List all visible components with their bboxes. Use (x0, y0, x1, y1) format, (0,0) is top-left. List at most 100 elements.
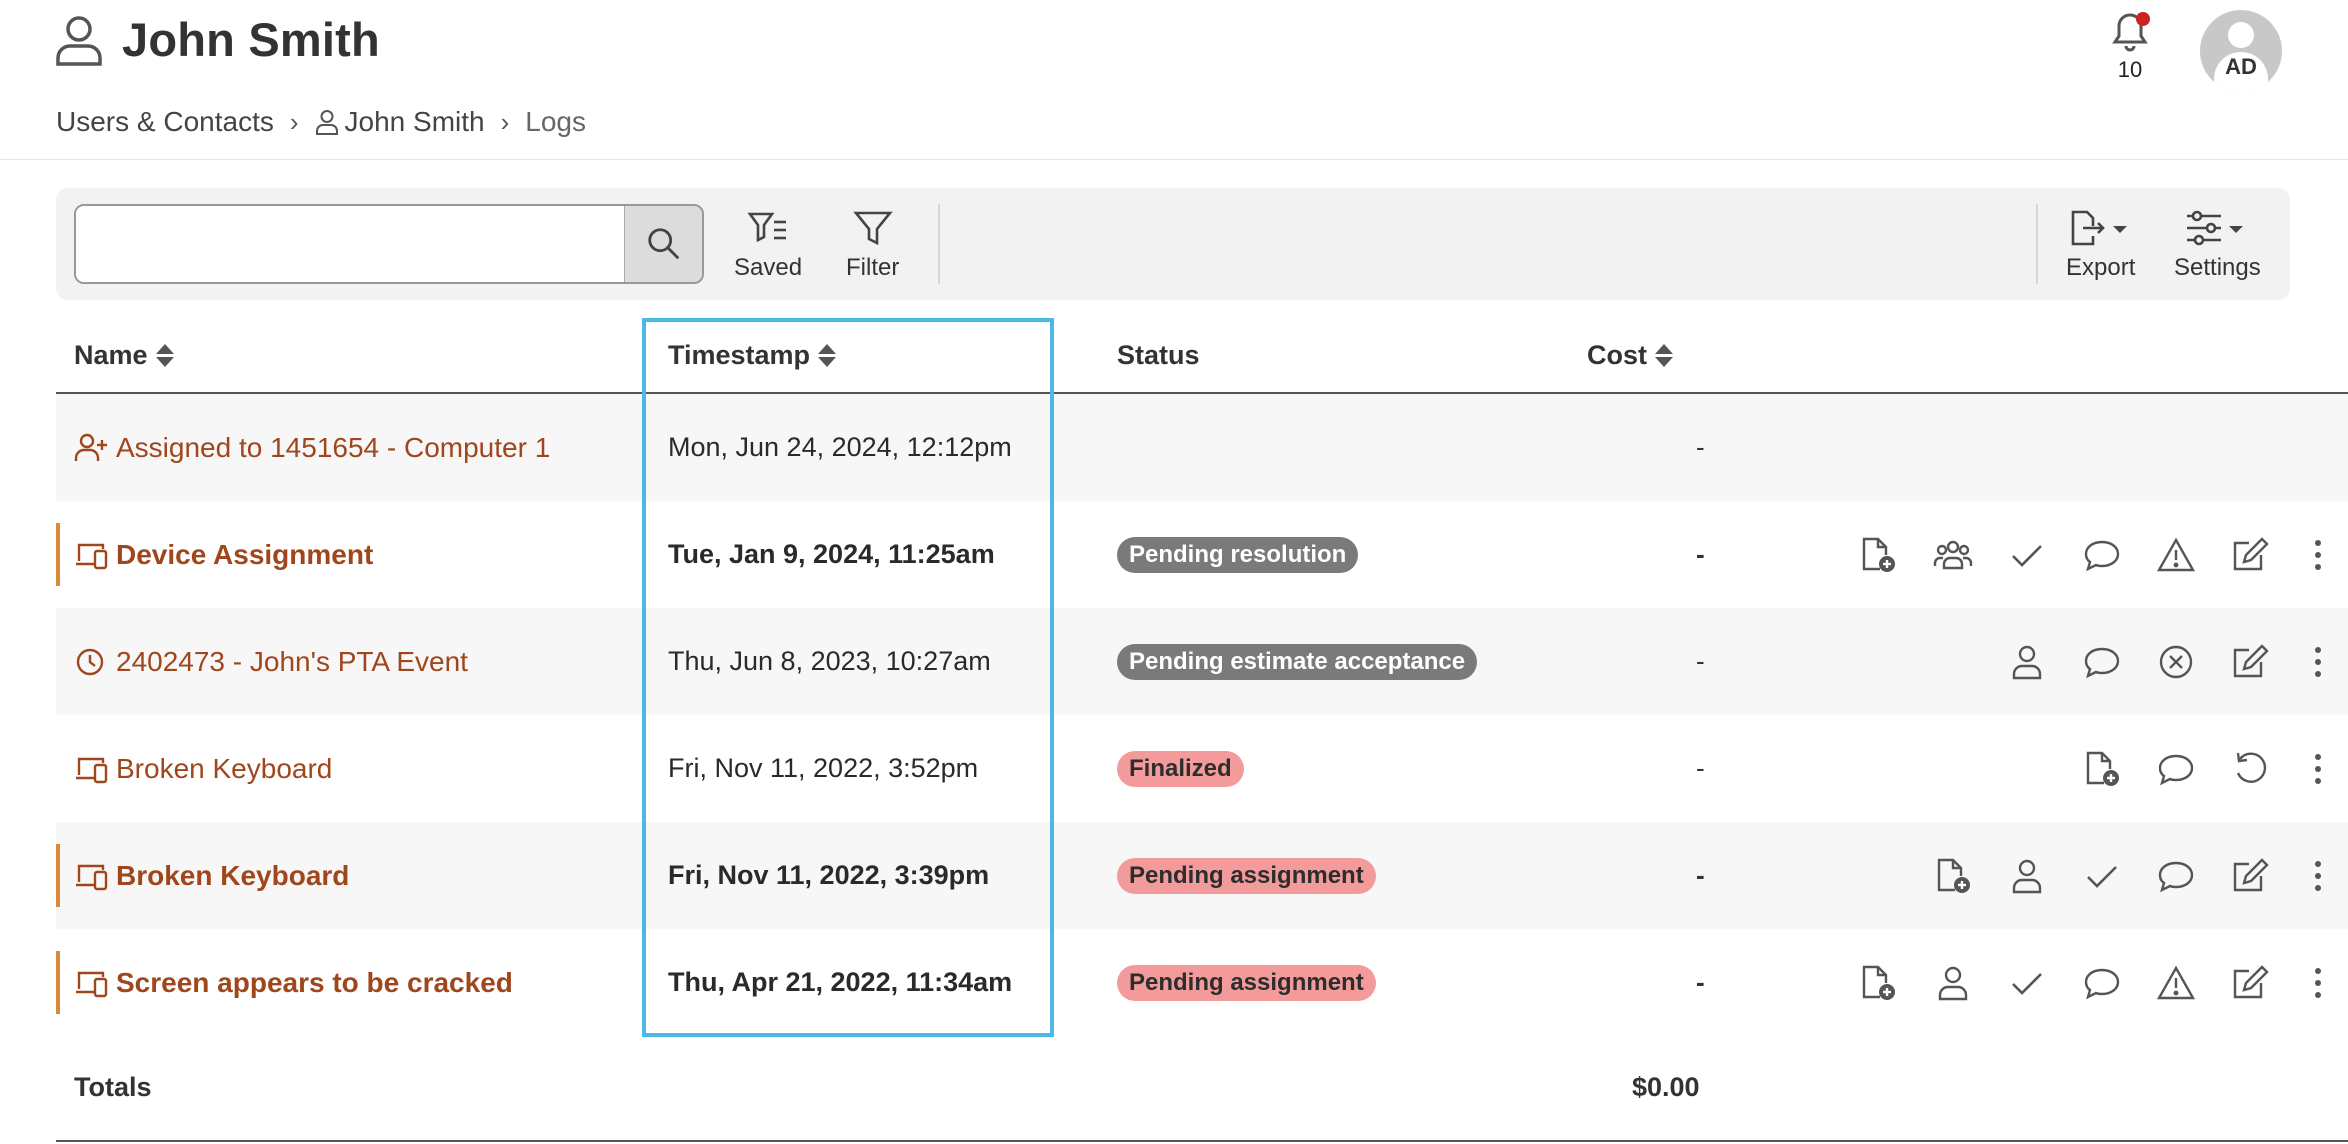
row-actions (1916, 822, 2348, 929)
saved-filters-button[interactable]: Saved (734, 208, 802, 282)
settings-button[interactable]: Settings (2174, 208, 2261, 282)
warning-icon[interactable] (2139, 525, 2214, 585)
status-badge: Pending resolution (1117, 536, 1359, 573)
avatar[interactable]: AD (2200, 10, 2282, 92)
column-header-status-label: Status (1117, 340, 1200, 370)
cancel-circle-icon[interactable] (2139, 632, 2214, 692)
row-status: Pending assignment (1117, 822, 1376, 929)
comment-icon[interactable] (2065, 632, 2140, 692)
totals-label: Totals (74, 1072, 152, 1102)
filter-icon (852, 211, 893, 246)
file-add-icon[interactable] (1841, 525, 1916, 585)
breadcrumb-john-smith[interactable]: John Smith (315, 106, 485, 138)
table-row[interactable]: Screen appears to be cracked Thu, Apr 21,… (56, 929, 2348, 1036)
file-add-icon[interactable] (1916, 846, 1991, 906)
row-name-link[interactable]: 2402473 - John's PTA Event (74, 608, 468, 715)
export-icon (2071, 210, 2127, 246)
edit-icon[interactable] (2214, 846, 2289, 906)
file-add-icon[interactable] (1841, 953, 1916, 1013)
check-icon[interactable] (1990, 525, 2065, 585)
row-name-link[interactable]: Device Assignment (74, 501, 373, 608)
row-name-label: Device Assignment (116, 538, 374, 570)
user-icon[interactable] (1990, 846, 2065, 906)
row-cost: - (1696, 432, 1705, 462)
row-status: Pending estimate acceptance (1117, 608, 1478, 715)
table-row[interactable]: Broken Keyboard Fri, Nov 11, 2022, 3:39pm… (56, 822, 2348, 929)
row-name-link[interactable]: Broken Keyboard (74, 822, 349, 929)
notification-count: 10 (2117, 57, 2143, 82)
search-input[interactable] (76, 206, 624, 282)
export-button[interactable]: Export (2066, 208, 2135, 282)
column-header-status: Status (1117, 340, 1200, 371)
chevron-right-icon: › (289, 106, 299, 137)
row-name-link[interactable]: Broken Keyboard (74, 715, 332, 822)
filter-button[interactable]: Filter (846, 208, 899, 282)
notification-dot (2136, 12, 2150, 26)
column-header-cost[interactable]: Cost (1587, 340, 1673, 371)
file-add-icon[interactable] (2065, 739, 2140, 799)
sort-icon (818, 344, 837, 367)
search-box (74, 204, 704, 284)
toolbar-divider (938, 204, 940, 284)
edit-icon[interactable] (2214, 632, 2289, 692)
user-icon[interactable] (1990, 632, 2065, 692)
filter-label: Filter (846, 254, 900, 281)
edit-icon[interactable] (2214, 525, 2289, 585)
devices-icon (74, 967, 110, 999)
table-row[interactable]: 2402473 - John's PTA Event Thu, Jun 8, 20… (56, 608, 2348, 715)
more-vertical-icon[interactable] (2288, 953, 2348, 1013)
chevron-right-icon: › (500, 106, 510, 137)
row-cost: - (1696, 967, 1705, 997)
table-row[interactable]: Assigned to 1451654 - Computer 1 Mon, Jun… (56, 394, 2348, 501)
row-actions (2065, 715, 2348, 822)
devices-icon (74, 539, 110, 571)
column-header-cost-label: Cost (1587, 340, 1647, 370)
sliders-icon (2187, 210, 2244, 246)
more-vertical-icon[interactable] (2288, 846, 2348, 906)
user-icon (315, 110, 338, 135)
row-name-label: 2402473 - John's PTA Event (116, 645, 468, 677)
row-flag (56, 844, 60, 907)
status-badge: Pending estimate acceptance (1117, 643, 1478, 680)
search-icon (647, 228, 679, 260)
users-icon[interactable] (1916, 525, 1991, 585)
comment-icon[interactable] (2139, 846, 2214, 906)
warning-icon[interactable] (2139, 953, 2214, 1013)
settings-label: Settings (2174, 254, 2261, 281)
row-name-link[interactable]: Assigned to 1451654 - Computer 1 (74, 394, 550, 501)
row-actions (1841, 929, 2348, 1036)
check-icon[interactable] (1990, 953, 2065, 1013)
column-header-timestamp[interactable]: Timestamp (668, 340, 837, 371)
row-timestamp: Fri, Nov 11, 2022, 3:39pm (668, 860, 990, 890)
comment-icon[interactable] (2065, 525, 2140, 585)
undo-icon[interactable] (2214, 739, 2289, 799)
row-cost: - (1696, 539, 1705, 569)
row-name-label: Assigned to 1451654 - Computer 1 (116, 431, 551, 463)
breadcrumb-logs: Logs (525, 106, 586, 137)
notifications-button[interactable]: 10 (2108, 10, 2152, 83)
devices-icon (74, 860, 110, 892)
export-label: Export (2066, 254, 2136, 281)
breadcrumb-john-smith-label: John Smith (344, 106, 485, 137)
table-row[interactable]: Device Assignment Tue, Jan 9, 2024, 11:25… (56, 501, 2348, 608)
totals-cost: $0.00 (1632, 1072, 1700, 1102)
user-icon[interactable] (1916, 953, 1991, 1013)
column-header-name[interactable]: Name (74, 340, 174, 371)
avatar-initials: AD (2225, 54, 2257, 79)
search-button[interactable] (624, 206, 702, 282)
status-badge: Pending assignment (1117, 857, 1376, 894)
more-vertical-icon[interactable] (2288, 525, 2348, 585)
breadcrumb-users-contacts[interactable]: Users & Contacts (56, 106, 274, 138)
more-vertical-icon[interactable] (2288, 632, 2348, 692)
breadcrumb: Users & Contacts › John Smith › Logs (56, 106, 586, 138)
row-status: Pending resolution (1117, 501, 1359, 608)
comment-icon[interactable] (2065, 953, 2140, 1013)
devices-icon (74, 753, 110, 785)
check-icon[interactable] (2065, 846, 2140, 906)
comment-icon[interactable] (2139, 739, 2214, 799)
row-timestamp: Fri, Nov 11, 2022, 3:52pm (668, 753, 979, 783)
edit-icon[interactable] (2214, 953, 2289, 1013)
more-vertical-icon[interactable] (2288, 739, 2348, 799)
row-name-link[interactable]: Screen appears to be cracked (74, 929, 513, 1036)
table-row[interactable]: Broken Keyboard Fri, Nov 11, 2022, 3:52pm… (56, 715, 2348, 822)
